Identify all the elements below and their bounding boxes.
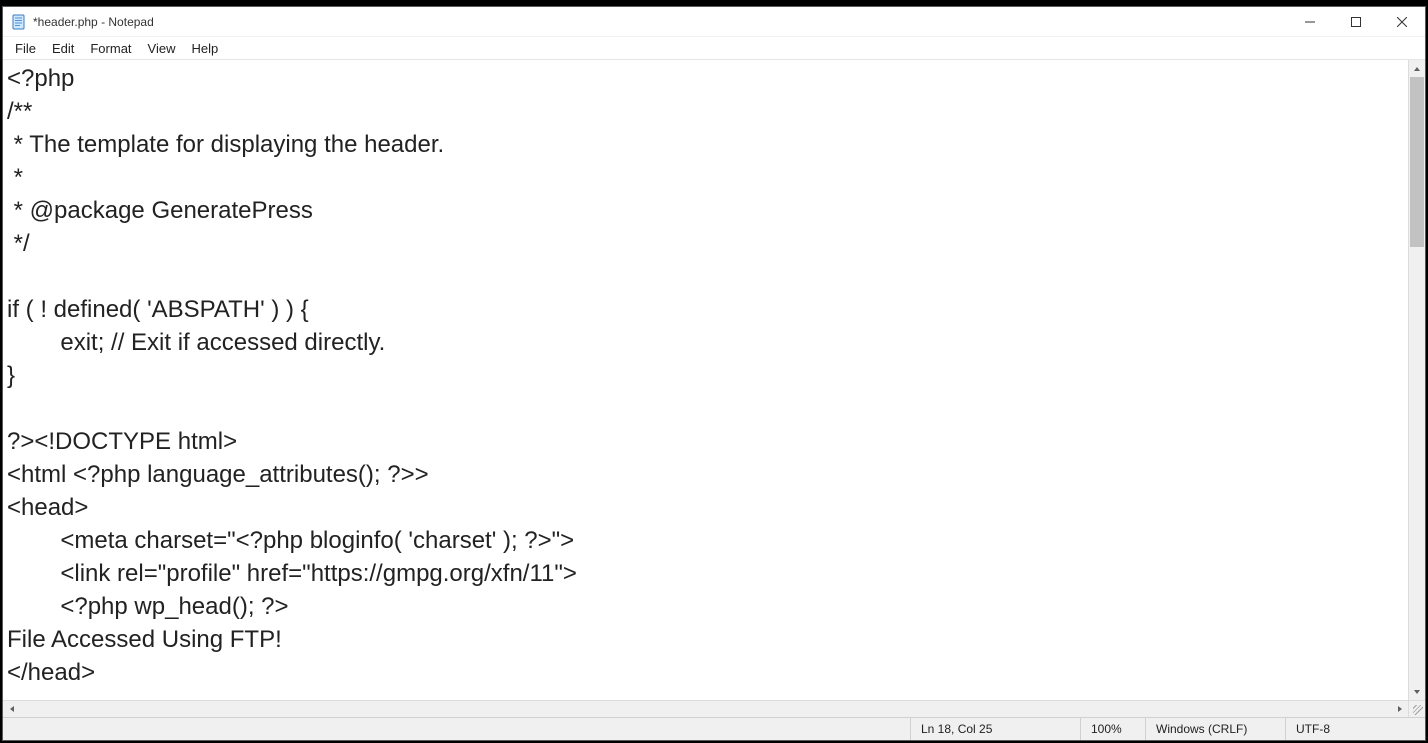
titlebar[interactable]: *header.php - Notepad [3,7,1425,37]
status-zoom: 100% [1080,718,1145,740]
notepad-window: *header.php - Notepad File Edit Format V… [2,6,1426,741]
menu-help[interactable]: Help [183,39,226,58]
status-encoding: UTF-8 [1285,718,1425,740]
scroll-up-arrow-icon[interactable] [1409,60,1425,77]
scroll-left-arrow-icon[interactable] [3,701,20,717]
status-line-ending: Windows (CRLF) [1145,718,1285,740]
status-cursor-position: Ln 18, Col 25 [910,718,1080,740]
text-editor[interactable]: <?php /** * The template for displaying … [3,60,1408,700]
menu-file[interactable]: File [7,39,44,58]
menu-edit[interactable]: Edit [44,39,82,58]
horizontal-scrollbar[interactable] [3,700,1408,717]
window-controls [1287,7,1425,36]
status-spacer [3,718,910,740]
close-button[interactable] [1379,7,1425,36]
menu-view[interactable]: View [140,39,184,58]
scrollbar-corner [1408,700,1425,717]
minimize-button[interactable] [1287,7,1333,36]
scroll-right-arrow-icon[interactable] [1391,701,1408,717]
vertical-scroll-track[interactable] [1409,77,1425,683]
editor-area: <?php /** * The template for displaying … [3,59,1425,717]
menubar: File Edit Format View Help [3,37,1425,59]
vertical-scroll-thumb[interactable] [1410,77,1424,247]
maximize-button[interactable] [1333,7,1379,36]
scroll-down-arrow-icon[interactable] [1409,683,1425,700]
window-title: *header.php - Notepad [33,15,154,29]
resize-grip-icon[interactable] [1413,705,1423,715]
vertical-scrollbar[interactable] [1408,60,1425,700]
menu-format[interactable]: Format [82,39,139,58]
notepad-icon [11,14,27,30]
statusbar: Ln 18, Col 25 100% Windows (CRLF) UTF-8 [3,717,1425,740]
